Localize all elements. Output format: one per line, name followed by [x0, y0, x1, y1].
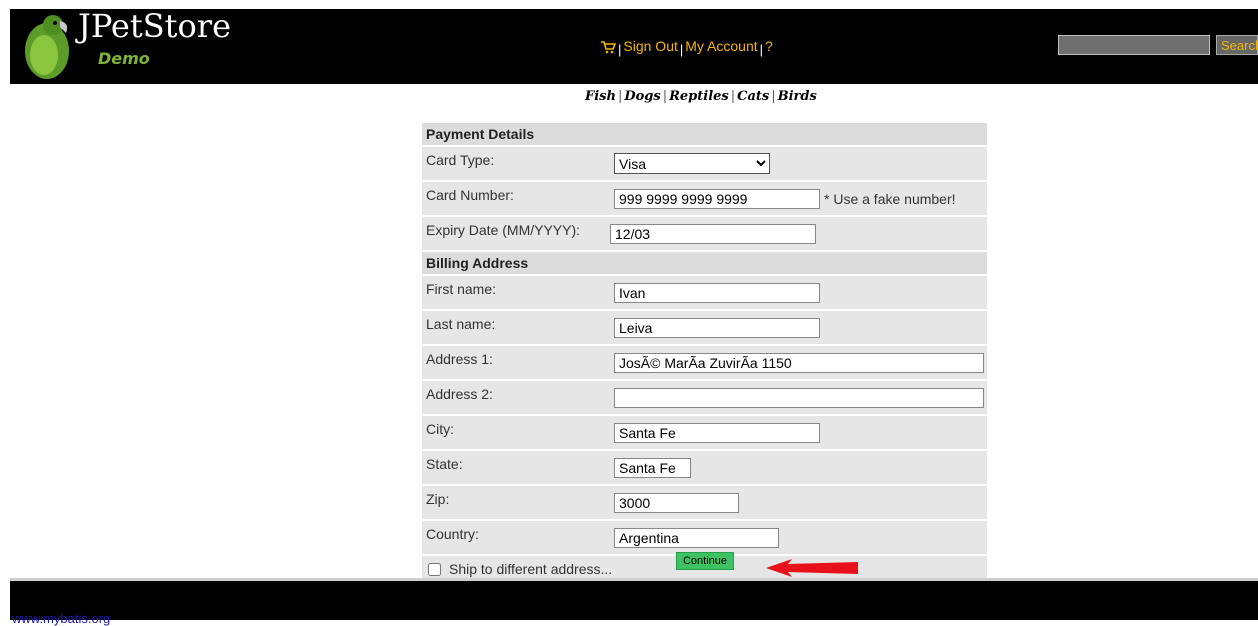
- card-type-label: Card Type:: [422, 147, 610, 180]
- help-link[interactable]: ?: [765, 38, 773, 54]
- footer-link[interactable]: www.mybatis.org: [12, 611, 110, 626]
- expiry-date-field[interactable]: [610, 223, 816, 244]
- address1-field[interactable]: [614, 352, 984, 373]
- search-input[interactable]: [1058, 35, 1210, 55]
- quicklink-reptiles[interactable]: Reptiles: [669, 89, 729, 104]
- ship-different-checkbox[interactable]: [428, 563, 441, 576]
- expiry-date-label: Expiry Date (MM/YYYY):: [422, 217, 610, 250]
- city-field[interactable]: [614, 422, 820, 443]
- quicklink-fish[interactable]: Fish: [585, 89, 616, 104]
- payment-details-heading: Payment Details: [422, 123, 987, 145]
- red-arrow-icon: [766, 559, 858, 577]
- quicklink-separator: |: [617, 89, 623, 104]
- menu-separator: |: [679, 42, 684, 57]
- my-account-link[interactable]: My Account: [685, 38, 757, 54]
- country-field[interactable]: [614, 527, 779, 548]
- cart-icon[interactable]: [600, 40, 616, 54]
- logo[interactable]: JPetStore Demo: [16, 7, 256, 84]
- zip-label: Zip:: [422, 486, 610, 519]
- billing-address-heading: Billing Address: [422, 252, 987, 274]
- quicklink-separator: |: [730, 89, 736, 104]
- footer: www.mybatis.org: [10, 578, 1258, 626]
- ship-different-label: Ship to different address...: [449, 561, 613, 577]
- search-button[interactable]: Search: [1216, 35, 1258, 55]
- card-type-select[interactable]: Visa: [614, 153, 770, 174]
- card-number-label: Card Number:: [422, 182, 610, 215]
- menu-separator: |: [618, 42, 622, 57]
- quicklink-dogs[interactable]: Dogs: [624, 89, 660, 104]
- quicklink-birds[interactable]: Birds: [778, 89, 817, 104]
- order-form: Payment Details Card Type: Visa Card Num…: [422, 121, 987, 584]
- quicklink-separator: |: [771, 89, 776, 104]
- quicklink-cats[interactable]: Cats: [737, 89, 769, 104]
- state-field[interactable]: [614, 457, 691, 478]
- header-menu: | Sign Out | My Account |?: [600, 38, 773, 57]
- card-number-field[interactable]: [614, 188, 820, 209]
- country-label: Country:: [422, 521, 610, 554]
- state-label: State:: [422, 451, 610, 484]
- first-name-label: First name:: [422, 276, 610, 309]
- city-label: City:: [422, 416, 610, 449]
- category-quicklinks: Fish | Dogs | Reptiles | Cats | Birds: [585, 89, 817, 104]
- continue-button[interactable]: Continue: [676, 552, 734, 570]
- address2-label: Address 2:: [422, 381, 610, 414]
- first-name-field[interactable]: [614, 282, 820, 303]
- address2-field[interactable]: [614, 387, 984, 408]
- logo-title: JPetStore: [78, 7, 231, 45]
- sign-out-link[interactable]: Sign Out: [623, 38, 677, 54]
- quicklink-separator: |: [662, 89, 668, 104]
- zip-field[interactable]: [614, 492, 739, 513]
- logo-subtitle: Demo: [98, 49, 150, 68]
- parrot-icon: [25, 15, 69, 79]
- card-number-hint: * Use a fake number!: [824, 190, 956, 207]
- address1-label: Address 1:: [422, 346, 610, 379]
- header: JPetStore Demo | Sign Out | My Account |? Se…: [10, 7, 1258, 84]
- menu-separator: |: [759, 42, 764, 57]
- last-name-field[interactable]: [614, 317, 820, 338]
- last-name-label: Last name:: [422, 311, 610, 344]
